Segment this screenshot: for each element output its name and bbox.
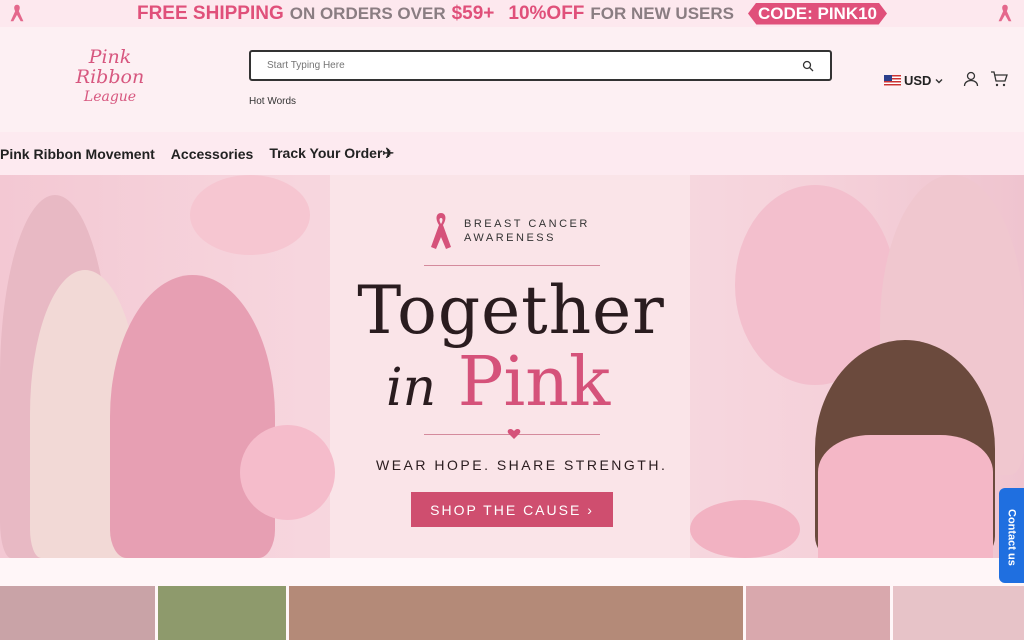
promo-free-shipping: FREE SHIPPING (136, 2, 284, 24)
flower-decoration (240, 425, 335, 520)
divider (424, 265, 600, 266)
ribbon-icon (998, 4, 1012, 22)
logo-line-3: League (83, 89, 137, 105)
category-image[interactable] (157, 586, 287, 640)
shop-the-cause-button[interactable]: SHOP THE CAUSE › (411, 492, 613, 527)
site-logo[interactable]: Pink Ribbon League (70, 47, 150, 115)
awareness-label: BREAST CANCER AWARENESS (428, 211, 590, 251)
promo-code-badge: CODE: PINK10 (747, 2, 888, 25)
promo-new-users: FOR NEW USERS (590, 3, 734, 23)
hero-tagline: WEAR HOPE. SHARE STRENGTH. (376, 457, 668, 473)
awareness-line-2: AWARENESS (464, 232, 556, 244)
chevron-down-icon (935, 78, 943, 83)
category-image[interactable] (0, 586, 155, 640)
hero-headline: Together (357, 272, 665, 349)
category-image[interactable] (893, 586, 1024, 640)
logo-line-2: Ribbon (75, 66, 145, 88)
ribbon-icon (431, 213, 451, 249)
headline-in: in (386, 358, 437, 418)
heart-icon (507, 429, 521, 439)
hero-photo-left (110, 275, 275, 558)
site-header: Pink Ribbon League Hot Words USD (0, 27, 1024, 132)
search-icon[interactable] (802, 60, 814, 72)
hot-words-label: Hot Words (249, 96, 297, 107)
nav-item-accessories[interactable]: Accessories (171, 146, 254, 162)
category-image[interactable] (745, 586, 891, 640)
promo-amount: $59+ (451, 2, 495, 24)
awareness-line-1: BREAST CANCER (464, 218, 590, 230)
promo-on-orders: ON ORDERS OVER (289, 3, 446, 23)
currency-selector[interactable]: USD (884, 73, 944, 88)
promo-banner[interactable]: FREE SHIPPING ON ORDERS OVER $59+ 10%OFF… (0, 0, 1024, 27)
hero-banner[interactable]: BREAST CANCER AWARENESS Together in Pink… (0, 175, 1024, 558)
category-image[interactable] (289, 586, 743, 640)
contact-us-tab[interactable]: Contact us (999, 488, 1024, 583)
logo-line-1: Pink (88, 46, 132, 68)
currency-label: USD (904, 73, 932, 88)
hero-headline-2: in Pink (386, 343, 610, 422)
main-nav: Pink Ribbon Movement Accessories Track Y… (0, 132, 1024, 175)
headline-pink: Pink (457, 343, 611, 422)
ribbon-icon (10, 4, 24, 22)
nav-item-pink-ribbon-movement[interactable]: Pink Ribbon Movement (0, 146, 155, 162)
contact-us-label: Contact us (1005, 509, 1018, 566)
search-bar[interactable] (249, 50, 832, 81)
hero-photo-right (818, 435, 993, 558)
flower-decoration (190, 175, 310, 255)
flower-decoration (690, 500, 800, 558)
flag-icon (884, 75, 901, 86)
nav-item-track-order[interactable]: Track Your Order✈ (269, 145, 394, 162)
user-icon[interactable] (962, 70, 980, 88)
search-input[interactable] (267, 60, 802, 71)
promo-discount: 10%OFF (508, 2, 585, 24)
cart-icon[interactable] (990, 70, 1008, 88)
category-image-strip (0, 586, 1024, 640)
